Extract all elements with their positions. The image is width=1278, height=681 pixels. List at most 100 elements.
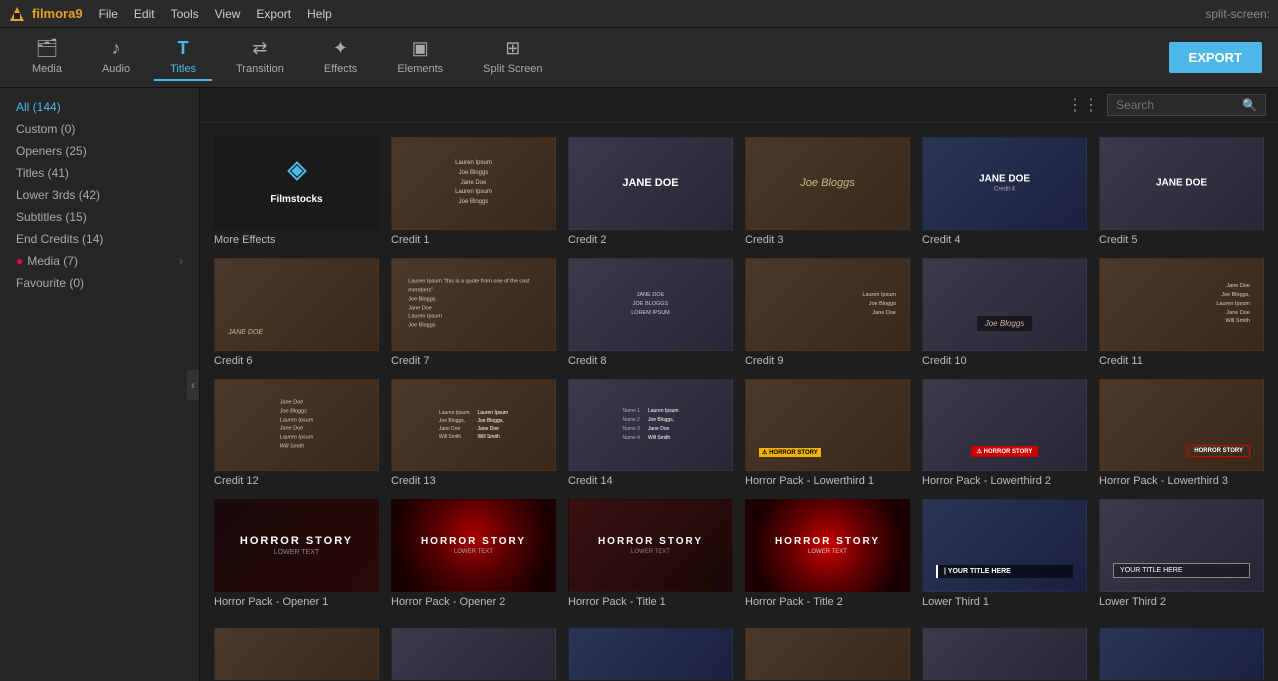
grid-view-icon[interactable]: ⋮⋮ xyxy=(1067,95,1099,115)
list-item[interactable]: HORROR STORY Horror Pack - Lowerthird 3 xyxy=(1093,373,1270,494)
menu-export[interactable]: Export xyxy=(256,7,291,21)
sidebar-item-subtitles[interactable]: Subtitles (15) xyxy=(0,206,199,228)
list-item[interactable]: HORROR STORY LOWER TEXT Horror Pack - Ti… xyxy=(739,493,916,614)
transition-icon: ⇄ xyxy=(252,38,267,59)
toolbar-transition-label: Transition xyxy=(236,63,284,75)
item-label: Credit 13 xyxy=(391,475,556,487)
menu-edit[interactable]: Edit xyxy=(134,7,155,21)
list-item[interactable]: Name 1Name 2Name 3Name 4 Lauren IpsumJoe… xyxy=(562,373,739,494)
effects-icon: ✦ xyxy=(333,38,348,59)
main-layout: All (144) Custom (0) Openers (25) Titles… xyxy=(0,88,1278,681)
item-label: Credit 12 xyxy=(214,475,379,487)
list-item[interactable]: HORROR STORY LOWER TEXT Horror Pack - Op… xyxy=(208,493,385,614)
sidebar-item-favourite[interactable]: Favourite (0) xyxy=(0,272,199,294)
toolbar-split-screen[interactable]: ⊞ Split Screen xyxy=(467,34,558,81)
list-item[interactable]: Lauren IpsumJoe BloggsJane Doe Credit 9 xyxy=(739,252,916,373)
list-item[interactable]: Lauren Ipsum "this is a quote from one o… xyxy=(385,252,562,373)
search-icon: 🔍 xyxy=(1242,98,1257,112)
menu-help[interactable]: Help xyxy=(307,7,332,21)
thumbnail xyxy=(745,628,910,680)
item-label: Lower Third 2 xyxy=(1099,596,1264,608)
toolbar-elements[interactable]: ▣ Elements xyxy=(381,34,459,81)
list-item[interactable]: JANE DOE Credit 4 Credit 4 xyxy=(916,131,1093,252)
sidebar-item-titles[interactable]: Titles (41) xyxy=(0,162,199,184)
grid-bottom-row xyxy=(200,622,1278,681)
list-item[interactable]: JANE DOE Credit 6 xyxy=(208,252,385,373)
toolbar: 🗂 Media ♪ Audio T Titles ⇄ Transition ✦ … xyxy=(0,28,1278,88)
list-item[interactable]: Joe Bloggs Credit 10 xyxy=(916,252,1093,373)
sidebar-item-openers[interactable]: Openers (25) xyxy=(0,140,199,162)
grid-container: Filmstocks More Effects Lauren IpsumJoe … xyxy=(200,123,1278,622)
toolbar-titles-label: Titles xyxy=(170,63,196,75)
sidebar-collapse-button[interactable]: ‹ xyxy=(187,370,199,400)
list-item[interactable] xyxy=(916,622,1093,681)
list-item[interactable] xyxy=(385,622,562,681)
item-label: Horror Pack - Lowerthird 3 xyxy=(1099,475,1264,487)
thumbnail: Lauren Ipsum "this is a quote from one o… xyxy=(391,258,556,351)
item-label: Credit 11 xyxy=(1099,355,1264,367)
thumbnail: Jane DoeJoe BloggsLauren IpsumJane DoeLa… xyxy=(214,379,379,472)
thumbnail: JANE DOE Credit 4 xyxy=(922,137,1087,230)
toolbar-media-label: Media xyxy=(32,63,62,75)
thumbnail: ⚠ HORROR STORY xyxy=(745,379,910,472)
list-item[interactable]: JANE DOE Credit 2 xyxy=(562,131,739,252)
sidebar-item-custom[interactable]: Custom (0) xyxy=(0,118,199,140)
list-item[interactable]: Jane DoeJoe Bloggs,Lauren IpsumJane DoeW… xyxy=(1093,252,1270,373)
filmstock-logo-icon xyxy=(283,161,311,189)
list-item[interactable]: Jane DoeJoe BloggsLauren IpsumJane DoeLa… xyxy=(208,373,385,494)
sidebar-item-endcredits[interactable]: End Credits (14) xyxy=(0,228,199,250)
item-label: Horror Pack - Lowerthird 1 xyxy=(745,475,910,487)
item-label: Credit 1 xyxy=(391,234,556,246)
thumbnail: Name 1Name 2Name 3Name 4 Lauren IpsumJoe… xyxy=(568,379,733,472)
list-item[interactable]: Lauren IpsumJoe Bloggs,Jane DoeWill Smit… xyxy=(385,373,562,494)
menu-file[interactable]: File xyxy=(99,7,118,21)
titles-icon: T xyxy=(178,38,189,59)
thumbnail: YOUR TITLE HERE xyxy=(1099,499,1264,592)
list-item[interactable]: HORROR STORY LOWER TEXT Horror Pack - Ti… xyxy=(562,493,739,614)
list-item[interactable]: ⚠ HORROR STORY Horror Pack - Lowerthird … xyxy=(739,373,916,494)
thumbnail xyxy=(214,628,379,680)
elements-icon: ▣ xyxy=(412,38,429,59)
thumbnail: HORROR STORY LOWER TEXT xyxy=(391,499,556,592)
thumbnail xyxy=(391,628,556,680)
list-item[interactable]: | YOUR TITLE HERE Lower Third 1 xyxy=(916,493,1093,614)
list-item[interactable] xyxy=(1093,622,1270,681)
item-label: Lower Third 1 xyxy=(922,596,1087,608)
list-item[interactable]: JANE DOEJOE BLOGGSLOREM IPSUM Credit 8 xyxy=(562,252,739,373)
thumbnail: JANE DOEJOE BLOGGSLOREM IPSUM xyxy=(568,258,733,351)
sidebar-item-all[interactable]: All (144) xyxy=(0,96,199,118)
export-button[interactable]: EXPORT xyxy=(1169,42,1262,73)
thumbnail xyxy=(568,628,733,680)
thumbnail: HORROR STORY LOWER TEXT xyxy=(214,499,379,592)
list-item[interactable]: YOUR TITLE HERE Lower Third 2 xyxy=(1093,493,1270,614)
search-input[interactable] xyxy=(1116,98,1236,112)
menu-tools[interactable]: Tools xyxy=(171,7,199,21)
thumbnail: JANE DOE xyxy=(214,258,379,351)
toolbar-effects[interactable]: ✦ Effects xyxy=(308,34,373,81)
toolbar-titles[interactable]: T Titles xyxy=(154,34,212,81)
item-label: Credit 14 xyxy=(568,475,733,487)
item-label: Horror Pack - Title 1 xyxy=(568,596,733,608)
list-item[interactable]: Filmstocks More Effects xyxy=(208,131,385,252)
list-item[interactable]: ⚠ HORROR STORY Horror Pack - Lowerthird … xyxy=(916,373,1093,494)
app-logo: filmora9 xyxy=(8,5,83,23)
logo-icon xyxy=(8,5,26,23)
sidebar-item-lower3rds[interactable]: Lower 3rds (42) xyxy=(0,184,199,206)
list-item[interactable]: JANE DOE Credit 5 xyxy=(1093,131,1270,252)
app-name: filmora9 xyxy=(32,6,83,21)
toolbar-elements-label: Elements xyxy=(397,63,443,75)
toolbar-audio[interactable]: ♪ Audio xyxy=(86,34,146,81)
item-label: Horror Pack - Opener 2 xyxy=(391,596,556,608)
menu-view[interactable]: View xyxy=(215,7,241,21)
list-item[interactable]: Joe Bloggs Credit 3 xyxy=(739,131,916,252)
item-label: Credit 8 xyxy=(568,355,733,367)
list-item[interactable]: HORROR STORY LOWER TEXT Horror Pack - Op… xyxy=(385,493,562,614)
list-item[interactable] xyxy=(208,622,385,681)
item-label: Credit 9 xyxy=(745,355,910,367)
toolbar-transition[interactable]: ⇄ Transition xyxy=(220,34,300,81)
list-item[interactable]: Lauren IpsumJoe BloggsJane DoeLauren Ips… xyxy=(385,131,562,252)
toolbar-media[interactable]: 🗂 Media xyxy=(16,34,78,81)
list-item[interactable] xyxy=(739,622,916,681)
sidebar-item-media[interactable]: ●Media (7) › xyxy=(0,250,199,272)
list-item[interactable] xyxy=(562,622,739,681)
